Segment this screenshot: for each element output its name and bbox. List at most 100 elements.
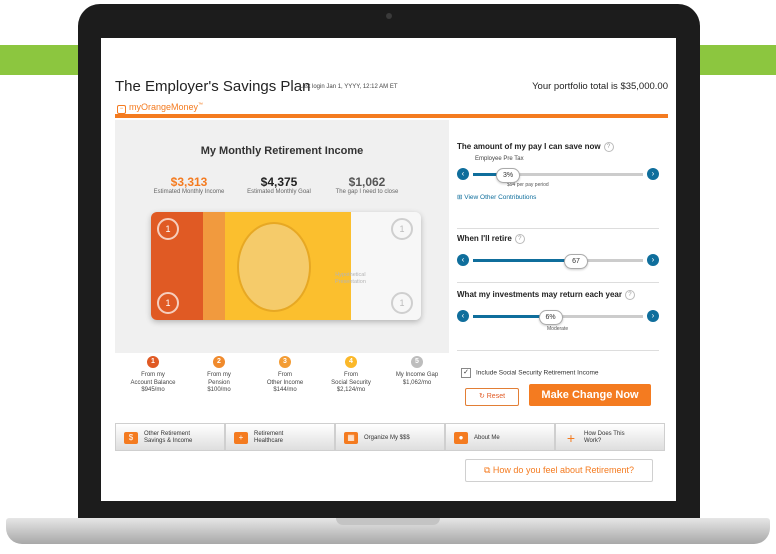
plus-icon: + (566, 430, 576, 446)
chevron-left-icon[interactable]: ‹ (457, 254, 469, 266)
seal-icon: 1 (391, 218, 413, 240)
chevron-left-icon[interactable]: ‹ (457, 168, 469, 180)
bottom-nav: $ Other Retirement Savings & Income + Ret… (115, 423, 665, 451)
grid-icon: ▦ (344, 432, 358, 444)
question-icon[interactable]: ? (514, 234, 525, 244)
source-amount: $1,062/mo (402, 379, 432, 386)
stat-gap: $1,062 The gap I need to close (327, 175, 407, 195)
minus-square-icon: − (117, 105, 126, 114)
section-divider (457, 228, 659, 229)
portrait-icon (237, 222, 311, 312)
income-panel-title: My Monthly Retirement Income (200, 145, 364, 157)
source-line2: Other Income (266, 379, 304, 386)
income-source-other[interactable]: 3 From Other Income $144/mo (255, 356, 315, 395)
section-divider (457, 350, 659, 351)
stat-estimated-income: $3,313 Estimated Monthly Income (149, 175, 229, 195)
nav-label: Retirement Healthcare (254, 431, 284, 444)
trademark: ™ (198, 102, 204, 108)
save-title: The amount of my pay I can save now? (457, 142, 659, 152)
laptop-base (6, 518, 770, 544)
slider-knob[interactable]: 3% (496, 168, 520, 183)
dollar-bill-graphic: 1 1 1 1 Hypothetical Presentation (151, 212, 421, 320)
returns-section: What my investments may return each year… (457, 290, 659, 332)
question-icon[interactable]: ? (624, 290, 635, 300)
nav-how-it-works[interactable]: + How Does This Work? (555, 423, 665, 451)
money-icon: $ (124, 432, 138, 444)
nav-label: Other Retirement Savings & Income (144, 431, 193, 444)
stat-label: The gap I need to close (335, 189, 399, 195)
portfolio-total: Your portfolio total is $35,000.00 (532, 81, 668, 92)
chevron-left-icon[interactable]: ‹ (457, 310, 469, 322)
person-icon: ● (454, 432, 468, 444)
chevron-right-icon[interactable]: › (647, 254, 659, 266)
refresh-icon: ↻ (478, 393, 487, 400)
stat-label: Estimated Monthly Income (153, 189, 225, 195)
retire-title: When I'll retire? (457, 234, 659, 244)
stat-label: Estimated Monthly Goal (247, 189, 311, 195)
include-social-security[interactable]: ✓ Include Social Security Retirement Inco… (461, 368, 598, 378)
source-line2: Account Balance (130, 379, 176, 386)
source-amount: $2,124/mo (336, 387, 366, 393)
laptop-base-notch (336, 518, 440, 525)
stat-value: $1,062 (348, 175, 386, 189)
source-number: 1 (147, 356, 159, 368)
slider-track: 6% (473, 310, 643, 325)
save-section: The amount of my pay I can save now? Emp… (457, 142, 659, 201)
income-source-account-balance[interactable]: 1 From my Account Balance $945/mo (123, 356, 183, 395)
background-green-band-right (700, 45, 776, 75)
page-header: The Employer's Savings Plan Last login J… (115, 78, 668, 98)
income-source-social-security[interactable]: 4 From Social Security $2,124/mo (321, 356, 381, 395)
save-slider[interactable]: ‹ 3% › (457, 166, 659, 183)
source-line1: My Income Gap (395, 372, 439, 378)
source-line1: From my (207, 372, 231, 378)
checkbox[interactable]: ✓ (461, 368, 471, 378)
question-icon[interactable]: ? (603, 142, 614, 152)
page-title: The Employer's Savings Plan (115, 78, 311, 95)
feel-about-retirement-button[interactable]: ⧉ How do you feel about Retirement? (465, 459, 653, 482)
brand-logo[interactable]: − myOrangeMoney™ (117, 102, 203, 114)
income-panel: My Monthly Retirement Income $3,313 Esti… (115, 120, 449, 353)
slider-track: 3% (473, 168, 643, 183)
source-amount: $100/mo (207, 387, 231, 393)
reset-button[interactable]: ↻ Reset (465, 388, 519, 406)
chevron-right-icon[interactable]: › (647, 168, 659, 180)
save-note: $94 per pay period (507, 182, 549, 188)
retire-slider[interactable]: ‹ 67 › (457, 252, 659, 269)
make-change-now-button[interactable]: Make Change Now (529, 384, 651, 406)
nav-about-me[interactable]: ● About Me (445, 423, 555, 451)
external-link-icon: ⧉ (483, 465, 493, 475)
medical-kit-icon: + (234, 432, 248, 444)
income-source-gap[interactable]: 5 My Income Gap $1,062/mo (387, 356, 447, 387)
seal-icon: 1 (391, 292, 413, 314)
nav-label: Organize My $$$ (364, 434, 410, 441)
slider-knob[interactable]: 67 (564, 254, 588, 269)
nav-label: About Me (474, 434, 500, 441)
source-line1: From (344, 372, 358, 378)
source-line1: From my (141, 372, 165, 378)
nav-organize[interactable]: ▦ Organize My $$$ (335, 423, 445, 451)
screen: The Employer's Savings Plan Last login J… (101, 38, 676, 501)
hypothetical-note-line2: Presentation (335, 279, 366, 285)
include-ss-label: Include Social Security Retirement Incom… (476, 369, 599, 377)
view-other-contributions-link[interactable]: ⊞ View Other Contributions (457, 193, 659, 201)
nav-retirement-healthcare[interactable]: + Retirement Healthcare (225, 423, 335, 451)
save-sub-label: Employee Pre Tax (475, 156, 524, 162)
stat-value: $4,375 (260, 175, 298, 189)
source-amount: $144/mo (273, 387, 297, 393)
source-line1: From (278, 372, 292, 378)
hypothetical-note: Hypothetical Presentation (335, 272, 366, 286)
source-number: 4 (345, 356, 357, 368)
seal-icon: 1 (157, 292, 179, 314)
stat-estimated-goal: $4,375 Estimated Monthly Goal (239, 175, 319, 195)
slider-knob[interactable]: 6% (538, 310, 563, 325)
income-source-pension[interactable]: 2 From my Pension $100/mo (189, 356, 249, 395)
seal-icon: 1 (157, 218, 179, 240)
returns-note: Moderate (547, 326, 569, 332)
income-sources: 1 From my Account Balance $945/mo 2 From… (115, 356, 449, 416)
stat-value: $3,313 (170, 175, 208, 189)
returns-slider[interactable]: ‹ 6% › (457, 308, 659, 325)
chevron-right-icon[interactable]: › (647, 310, 659, 322)
source-line2: Social Security (331, 379, 371, 386)
nav-other-retirement[interactable]: $ Other Retirement Savings & Income (115, 423, 225, 451)
source-amount: $945/mo (141, 387, 165, 393)
